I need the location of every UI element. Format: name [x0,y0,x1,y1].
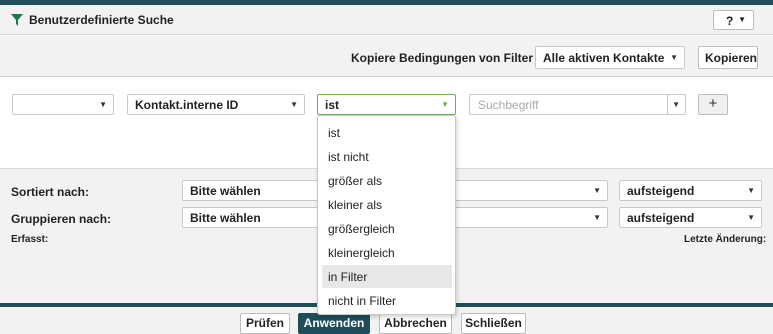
dropdown-item-groessergleich[interactable]: größergleich [322,217,452,240]
field-select[interactable]: Kontakt.interne ID ▼ [127,94,305,115]
help-label: ? [726,14,734,28]
operator-dropdown-menu: ist ist nicht größer als kleiner als grö… [317,115,456,315]
dropdown-item-label: kleinergleich [328,246,395,260]
chevron-down-icon: ▼ [672,100,680,109]
last-changed-label: Letzte Änderung: [684,234,767,245]
dropdown-item-ist-nicht[interactable]: ist nicht [322,145,452,168]
chevron-down-icon: ▼ [593,213,601,222]
dropdown-item-in-filter[interactable]: in Filter [322,265,452,288]
chevron-down-icon: ▼ [593,186,601,195]
chevron-down-icon: ▼ [441,100,449,109]
search-input[interactable]: Suchbegriff [469,94,668,115]
dropdown-item-ist[interactable]: ist [322,121,452,144]
sort-field-value: Bitte wählen [190,184,261,198]
copy-filter-label: Kopiere Bedingungen von Filter [351,51,534,65]
field-value: Kontakt.interne ID [135,98,239,112]
copy-button-label: Kopieren [705,51,758,65]
dropdown-item-label: nicht in Filter [328,294,397,308]
dropdown-item-nicht-in-filter[interactable]: nicht in Filter [322,289,452,312]
chevron-down-icon: ▼ [747,186,755,195]
dropdown-item-kleinergleich[interactable]: kleinergleich [322,241,452,264]
page-title: Benutzerdefinierte Suche [29,13,174,27]
operator-value: ist [325,98,340,112]
search-dropdown-button[interactable]: ▼ [667,94,686,115]
sort-label: Sortiert nach: [11,185,90,199]
dropdown-item-label: in Filter [328,270,368,284]
group-order-value: aufsteigend [627,211,695,225]
help-button[interactable]: ? ▼ [713,10,754,30]
cancel-button[interactable]: Abbrechen [379,313,452,334]
search-placeholder: Suchbegriff [478,98,539,112]
bracket-select[interactable]: ▼ [12,94,114,115]
dropdown-item-label: kleiner als [328,198,383,212]
chevron-down-icon: ▼ [738,15,746,24]
apply-button[interactable]: Anwenden [298,313,370,334]
copy-filter-select[interactable]: Alle aktiven Kontakte ▼ [535,46,685,69]
chevron-down-icon: ▼ [290,100,298,109]
chevron-down-icon: ▼ [99,100,107,109]
group-label: Gruppieren nach: [11,212,112,226]
copy-filter-bar: Kopiere Bedingungen von Filter Alle akti… [0,36,773,77]
group-order-select[interactable]: aufsteigend ▼ [619,207,762,228]
funnel-icon [11,14,23,26]
dropdown-item-kleiner-als[interactable]: kleiner als [322,193,452,216]
dropdown-item-label: ist nicht [328,150,369,164]
close-button[interactable]: Schließen [461,313,526,334]
operator-select[interactable]: ist ▼ [317,94,456,115]
sort-order-value: aufsteigend [627,184,695,198]
chevron-down-icon: ▼ [670,53,678,62]
add-condition-button[interactable]: + [698,94,728,115]
dropdown-item-label: ist [328,126,340,140]
group-field-value: Bitte wählen [190,211,261,225]
dropdown-item-label: größergleich [328,222,395,236]
dropdown-item-label: größer als [328,174,383,188]
title-bar: Benutzerdefinierte Suche ? ▼ [0,5,773,35]
created-label: Erfasst: [11,234,49,245]
sort-order-select[interactable]: aufsteigend ▼ [619,180,762,201]
dropdown-item-groesser-als[interactable]: größer als [322,169,452,192]
copy-filter-value: Alle aktiven Kontakte [543,51,665,65]
copy-button[interactable]: Kopieren [698,46,758,69]
check-button[interactable]: Prüfen [240,313,290,334]
chevron-down-icon: ▼ [747,213,755,222]
